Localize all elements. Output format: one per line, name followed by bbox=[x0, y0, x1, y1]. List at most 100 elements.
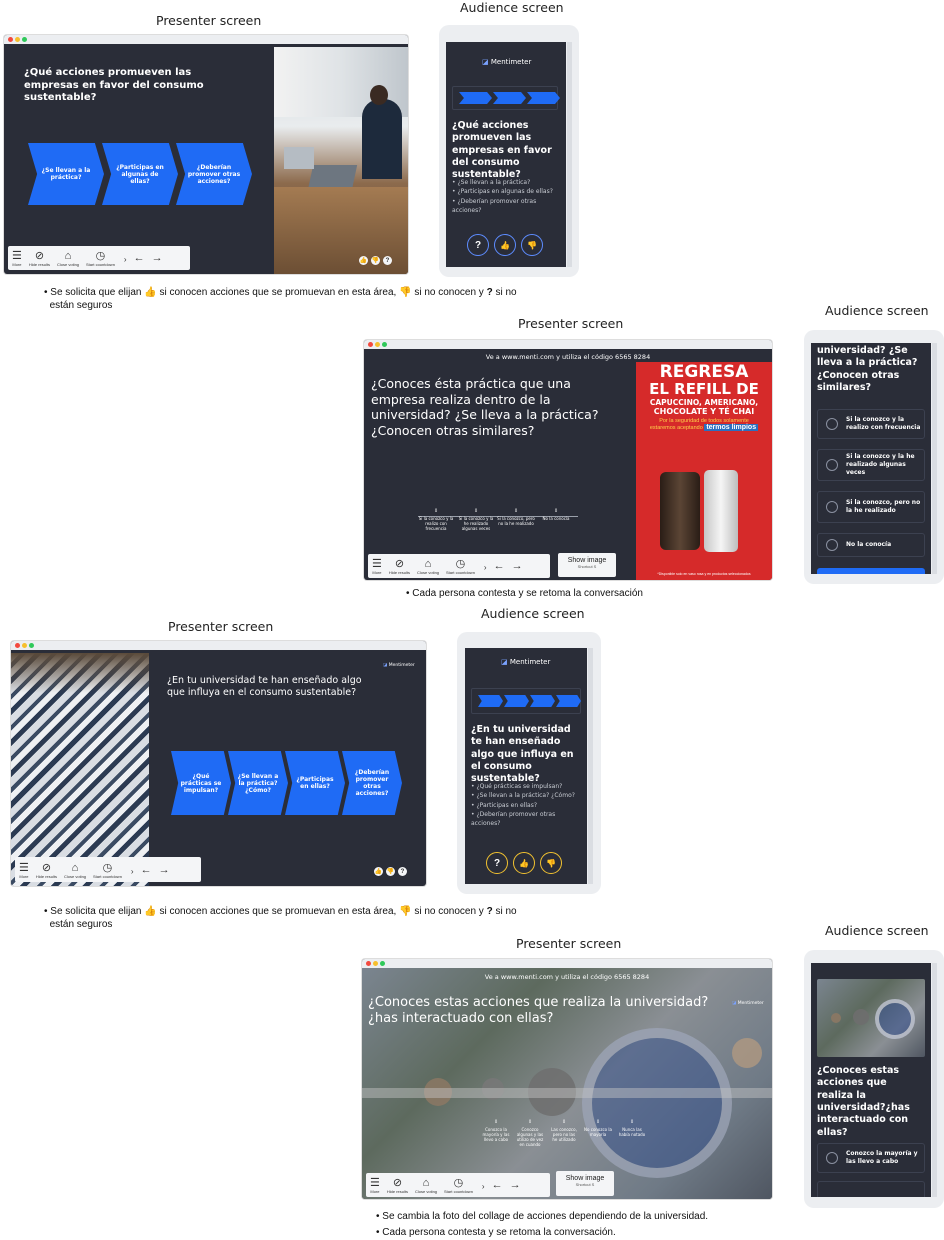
question-icon[interactable]: ? bbox=[383, 256, 392, 265]
radio-button[interactable] bbox=[826, 418, 838, 430]
start-countdown-button[interactable]: ◷Start countdown bbox=[93, 862, 122, 882]
close-voting-button[interactable]: ⌂Close voting bbox=[417, 558, 439, 578]
mentimeter-logo: ◪ Mentimeter bbox=[383, 663, 415, 668]
answer-option[interactable]: Si la conozco y la he realizado algunas … bbox=[817, 449, 925, 481]
hide-results-button[interactable]: ⊘Hide results bbox=[29, 250, 50, 270]
radio-button[interactable] bbox=[826, 539, 838, 551]
show-image-button[interactable]: Show image Shortcut S bbox=[556, 1171, 614, 1196]
presenter-window: ◪ Mentimeter ¿En tu universidad te han e… bbox=[11, 641, 426, 886]
scrollbar[interactable] bbox=[588, 648, 593, 884]
maximize-dot[interactable] bbox=[22, 37, 27, 42]
thumbs-up-button[interactable]: 👍 bbox=[513, 852, 535, 874]
arrow-right-icon[interactable]: → bbox=[152, 252, 163, 264]
scrollbar[interactable] bbox=[567, 42, 572, 267]
hide-results-button[interactable]: ⊘Hide results bbox=[387, 1177, 408, 1197]
question-icon[interactable]: ? bbox=[398, 867, 407, 876]
audience-phone: ◪ Mentimeter ¿En tu universidad te han e… bbox=[457, 632, 601, 894]
scrollbar[interactable] bbox=[932, 343, 937, 574]
bar-label: Si la conozco, pero no la he realizado bbox=[496, 516, 536, 526]
answer-option[interactable]: Si la conozco, pero no la he realizado bbox=[817, 491, 925, 523]
close-voting-button[interactable]: ⌂Close voting bbox=[57, 250, 79, 270]
question-button[interactable]: ? bbox=[467, 234, 489, 256]
show-image-button[interactable]: Show image Shortcut S bbox=[558, 553, 616, 577]
arrow-step: ¿Deberían promover otras acciones? bbox=[342, 751, 402, 815]
bar-value: 0Las conozco, pero no las he utilizado bbox=[550, 1119, 578, 1142]
scrollbar[interactable] bbox=[932, 963, 937, 1197]
answer-option[interactable]: Si la conozco y la realizo con frecuenci… bbox=[817, 409, 925, 439]
thumbs-down-button[interactable]: 👎 bbox=[521, 234, 543, 256]
minimize-dot[interactable] bbox=[15, 37, 20, 42]
more-button[interactable]: ☰More bbox=[12, 250, 22, 270]
audience-screen: ◪ Mentimeter ¿Qué acciones promueven las… bbox=[446, 42, 566, 267]
hide-results-button[interactable]: ⊘Hide results bbox=[36, 862, 57, 882]
chevron-right-icon[interactable]: › bbox=[124, 255, 127, 264]
reaction-icons: 👍👎? bbox=[371, 867, 407, 876]
thumbs-down-button[interactable]: 👎 bbox=[540, 852, 562, 874]
bar-value: 0Si la conozco y la realizo con frecuenc… bbox=[416, 508, 456, 531]
question-button[interactable]: ? bbox=[486, 852, 508, 874]
answer-option[interactable]: Conozco la mayoría y las llevo a cabo bbox=[817, 1143, 925, 1173]
thumbs-up-button[interactable]: 👍 bbox=[494, 234, 516, 256]
close-dot[interactable] bbox=[368, 342, 373, 347]
arrow-left-icon[interactable]: ← bbox=[494, 560, 505, 572]
audience-question: universidad? ¿Se lleva a la práctica? ¿C… bbox=[817, 345, 923, 394]
answer-option[interactable]: No la conocía bbox=[817, 533, 925, 557]
chevron-right-icon[interactable]: › bbox=[484, 563, 487, 572]
arrow-left-icon[interactable]: ← bbox=[141, 864, 152, 876]
thumbs-down-icon[interactable]: 👎 bbox=[386, 867, 395, 876]
arrow-left-icon[interactable]: ← bbox=[492, 1179, 503, 1191]
lock-icon: ⌂ bbox=[425, 558, 432, 570]
travel-mug-white bbox=[704, 470, 738, 552]
arrow-left-icon[interactable]: ← bbox=[134, 252, 145, 264]
thumbs-down-icon[interactable]: 👎 bbox=[371, 256, 380, 265]
arrow-step: ¿Deberían promover otras acciones? bbox=[176, 143, 252, 205]
close-dot[interactable] bbox=[8, 37, 13, 42]
arrow-right-icon[interactable]: → bbox=[510, 1179, 521, 1191]
start-countdown-button[interactable]: ◷Start countdown bbox=[444, 1177, 473, 1197]
arrow-right-icon[interactable]: → bbox=[512, 560, 523, 572]
bullet-item: • ¿Se llevan a la práctica? ¿Cómo? bbox=[471, 791, 577, 800]
close-voting-button[interactable]: ⌂Close voting bbox=[64, 862, 86, 882]
eye-off-icon: ⊘ bbox=[395, 558, 404, 570]
audience-phone: universidad? ¿Se lleva a la práctica? ¿C… bbox=[804, 330, 944, 584]
arrow-step: ¿Participas en ellas? bbox=[285, 751, 345, 815]
more-button[interactable]: ☰More bbox=[19, 862, 29, 882]
window-chrome bbox=[362, 959, 772, 968]
radio-button[interactable] bbox=[826, 459, 838, 471]
maximize-dot[interactable] bbox=[29, 643, 34, 648]
arrow-right-icon[interactable]: → bbox=[159, 864, 170, 876]
bar-label: Conozco algunas y las utilizo de vez en … bbox=[516, 1127, 544, 1147]
thumbs-up-icon[interactable]: 👍 bbox=[374, 867, 383, 876]
mentimeter-logo: ◪ Mentimeter bbox=[732, 1001, 764, 1006]
more-button[interactable]: ☰More bbox=[372, 558, 382, 578]
hide-results-button[interactable]: ⊘Hide results bbox=[389, 558, 410, 578]
chevron-right-icon[interactable]: › bbox=[131, 867, 134, 876]
close-dot[interactable] bbox=[15, 643, 20, 648]
radio-button[interactable] bbox=[826, 501, 838, 513]
close-dot[interactable] bbox=[366, 961, 371, 966]
maximize-dot[interactable] bbox=[380, 961, 385, 966]
minimize-dot[interactable] bbox=[373, 961, 378, 966]
refill-poster: REGRESA EL REFILL DE CAPUCCINO, AMERICAN… bbox=[636, 362, 772, 580]
presenter-window: ¿Qué acciones promueven las empresas en … bbox=[4, 35, 408, 274]
join-instructions: Ve a www.menti.com y utiliza el código 6… bbox=[362, 973, 772, 981]
radio-button[interactable] bbox=[826, 1152, 838, 1164]
thumbs-up-icon[interactable]: 👍 bbox=[359, 256, 368, 265]
bar-label: No conozco la mayoría bbox=[584, 1127, 612, 1137]
close-voting-button[interactable]: ⌂Close voting bbox=[415, 1177, 437, 1197]
audience-phone: ¿Conoces estas acciones que realiza la u… bbox=[804, 950, 944, 1208]
join-instructions: Ve a www.menti.com y utiliza el código 6… bbox=[364, 353, 772, 361]
answer-option[interactable] bbox=[817, 1181, 925, 1197]
chevron-right-icon[interactable]: › bbox=[482, 1182, 485, 1191]
mentimeter-logo: ◪ Mentimeter bbox=[482, 58, 531, 66]
minimize-dot[interactable] bbox=[22, 643, 27, 648]
more-button[interactable]: ☰More bbox=[370, 1177, 380, 1197]
maximize-dot[interactable] bbox=[382, 342, 387, 347]
submit-button[interactable] bbox=[817, 568, 925, 574]
start-countdown-button[interactable]: ◷Start countdown bbox=[446, 558, 475, 578]
minimize-dot[interactable] bbox=[375, 342, 380, 347]
audience-bullet-list: • ¿Se llevan a la práctica? • ¿Participa… bbox=[452, 178, 556, 215]
start-countdown-button[interactable]: ◷Start countdown bbox=[86, 250, 115, 270]
bar-label: Nunca las había notado bbox=[618, 1127, 646, 1137]
timer-icon: ◷ bbox=[456, 558, 466, 570]
